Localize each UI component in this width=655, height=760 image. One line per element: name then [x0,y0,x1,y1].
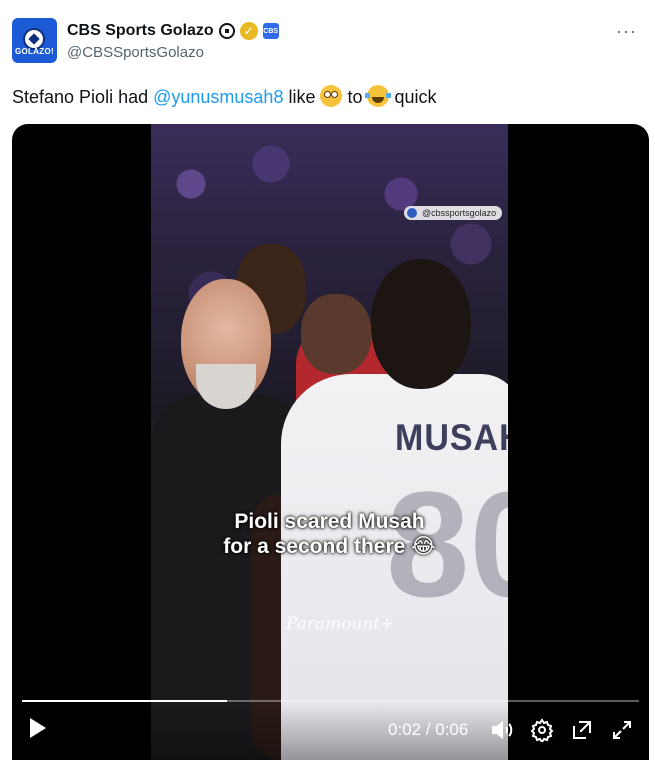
tweet-text-part: to [342,87,368,107]
affiliate-badge-icon[interactable]: CBS [262,23,279,39]
pip-icon[interactable] [570,718,594,742]
watermark-tag: @cbssportsgolazo [404,206,503,220]
caption-line: Pioli scared Musah [234,510,425,533]
video-caption: Pioli scared Musah for a second there 😂 [151,509,508,559]
time-display: 0:02 / 0:06 [388,720,469,739]
user-handle[interactable]: @CBSSportsGolazo [67,44,204,61]
caption-line: for a second there 😂 [223,535,436,558]
tweet-text-part: Stefano Pioli had [12,87,154,107]
shirt-name: MUSAH [395,417,508,459]
video-player[interactable]: MUSAH 80 @cbssportsgolazo Pioli scared M… [12,124,649,760]
video-frame[interactable]: MUSAH 80 @cbssportsgolazo Pioli scared M… [151,124,508,760]
tears-of-joy-emoji-icon [365,85,392,107]
fullscreen-icon[interactable] [610,718,634,742]
progress-bar[interactable] [22,700,639,702]
display-name[interactable]: CBS Sports Golazo [67,22,214,40]
tweet-text-part: like [283,87,321,107]
soccer-ball-icon [218,23,235,39]
avatar-logo-text: GOLAZO! [15,47,54,56]
volume-icon[interactable] [490,718,514,742]
player-head [301,294,371,374]
gear-icon[interactable] [530,718,554,742]
brand-watermark: Paramount+ [286,614,395,634]
progress-fill [22,700,228,702]
author-name-row: CBS Sports Golazo ✓ CBS [67,20,279,42]
play-icon[interactable] [30,718,46,738]
avatar[interactable]: GOLAZO! [12,18,57,63]
verified-badge-icon[interactable]: ✓ [239,22,258,40]
tweet-text-part: quick [389,87,437,107]
more-options-button[interactable]: ··· [616,22,637,40]
video-controls: 0:02 / 0:06 [12,704,649,760]
player-head [371,259,471,389]
tweet-text: Stefano Pioli had @yunusmusah8 like to q… [12,85,437,109]
flushed-face-emoji-icon [320,85,343,107]
mention-link[interactable]: @yunusmusah8 [153,87,283,107]
